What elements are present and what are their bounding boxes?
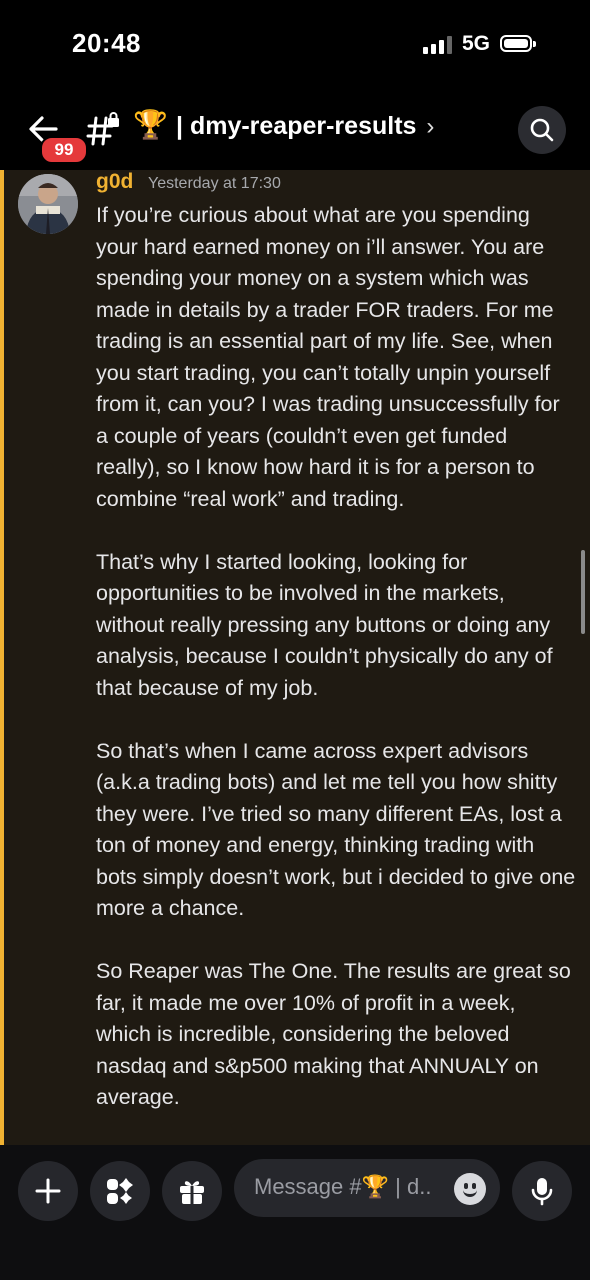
trophy-icon: 🏆 — [133, 109, 168, 140]
hash-lock-icon — [86, 112, 122, 153]
network-label: 5G — [462, 32, 491, 55]
message-paragraph: That’s why I started looking, looking fo… — [96, 549, 553, 700]
status-bar: 20:48 5G — [0, 0, 590, 90]
message-input[interactable]: Message #🏆 | d.. — [234, 1159, 500, 1217]
message-paragraph: So that’s when I came across expert advi… — [96, 738, 576, 921]
apps-button[interactable] — [90, 1161, 150, 1221]
signal-icon — [423, 36, 452, 54]
highlight-bar — [0, 170, 4, 1145]
channel-title[interactable]: | dmy-reaper-results › — [176, 112, 434, 141]
message-timestamp: Yesterday at 17:30 — [148, 175, 281, 192]
search-button[interactable] — [518, 106, 566, 154]
voice-button[interactable] — [512, 1161, 572, 1221]
channel-name: | dmy-reaper-results — [176, 112, 417, 140]
microphone-icon — [531, 1178, 553, 1206]
avatar[interactable] — [18, 174, 78, 234]
add-button[interactable] — [18, 1161, 78, 1221]
placeholder-suffix: | d.. — [389, 1174, 432, 1199]
battery-icon — [500, 35, 536, 52]
gift-icon — [180, 1181, 204, 1204]
message-author[interactable]: g0d — [96, 170, 133, 194]
plus-icon — [35, 1178, 61, 1204]
status-time: 20:48 — [72, 28, 141, 58]
gift-button[interactable] — [162, 1161, 222, 1221]
unread-badge: 99 — [40, 136, 88, 164]
message-paragraph: If you’re curious about what are you spe… — [96, 203, 560, 511]
message-list[interactable]: g0d Yesterday at 17:30 If you’re curious… — [0, 170, 590, 1145]
emoji-icon[interactable] — [454, 1173, 486, 1205]
message-paragraph: So Reaper was The One. The results are g… — [96, 959, 571, 1109]
scrollbar[interactable] — [581, 550, 585, 634]
apps-icon — [107, 1178, 133, 1204]
message-body: If you’re curious about what are you spe… — [96, 200, 576, 1145]
channel-header: 🏆 | dmy-reaper-results › — [0, 90, 590, 170]
chevron-right-icon: › — [426, 112, 435, 140]
placeholder-prefix: Message # — [254, 1174, 362, 1199]
trophy-icon: 🏆 — [361, 1174, 390, 1199]
search-icon — [530, 118, 554, 142]
composer-bar: Message #🏆 | d.. — [0, 1145, 590, 1280]
message-placeholder: Message #🏆 | d.. — [254, 1174, 431, 1200]
